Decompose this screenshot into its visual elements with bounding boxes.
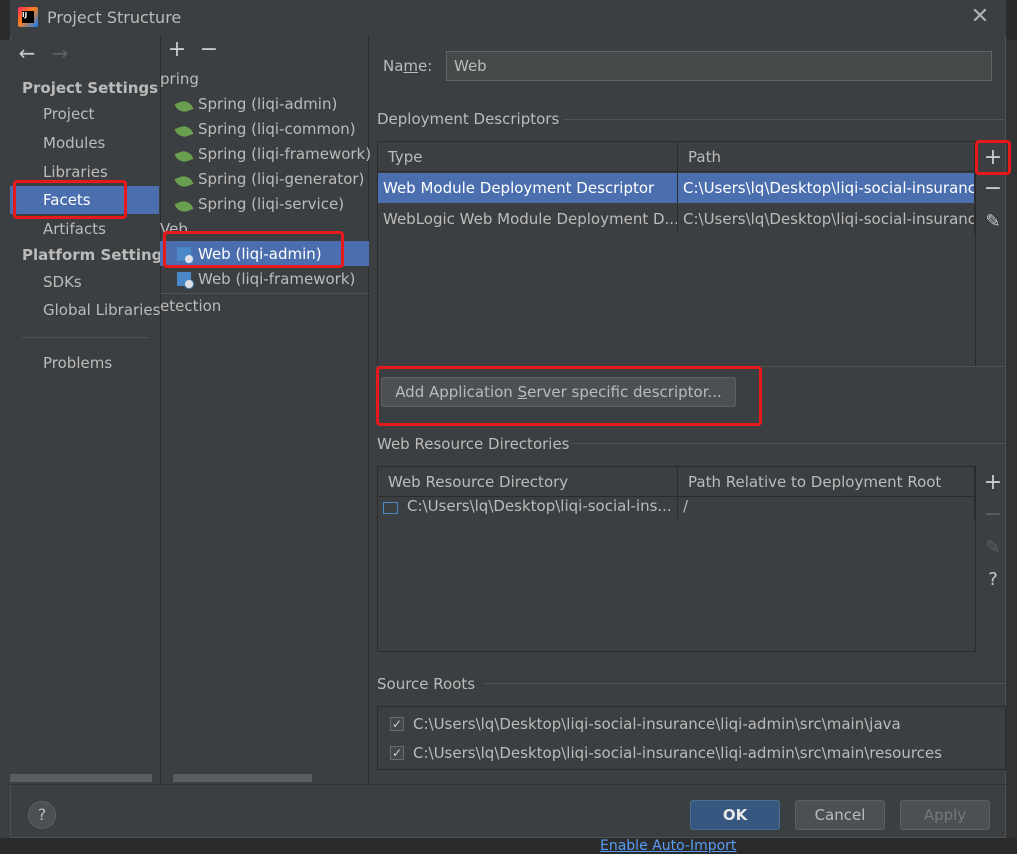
tree-item-detection[interactable]: etection xyxy=(160,297,221,315)
sidebar-item-artifacts[interactable]: Artifacts xyxy=(43,220,106,238)
add-directory-icon[interactable]: + xyxy=(980,470,1006,496)
sidebar-scrollbar[interactable] xyxy=(10,774,152,782)
edit-pencil-icon[interactable]: ✎ xyxy=(980,209,1006,235)
table-row-type[interactable]: Web Module Deployment Descriptor xyxy=(378,173,678,203)
name-input[interactable]: Web xyxy=(446,51,992,81)
sidebar-item-project[interactable]: Project xyxy=(43,105,94,123)
table-row-path[interactable]: C:\Users\lq\Desktop\liqi-social-insuranc… xyxy=(678,173,975,203)
source-roots-title: Source Roots xyxy=(377,675,476,693)
window-title: Project Structure xyxy=(47,8,182,27)
help-question-icon[interactable]: ? xyxy=(980,567,1006,593)
ide-left-strip xyxy=(0,40,10,852)
tree-item-web-liqi-framework[interactable]: Web (liqi-framework) xyxy=(198,270,355,288)
source-root-checkbox[interactable]: ✓ xyxy=(390,717,404,731)
section-divider xyxy=(563,119,1006,120)
tree-item-spring-liqi-generator[interactable]: Spring (liqi-generator) xyxy=(198,170,364,188)
add-descriptor-highlight-box xyxy=(975,140,1011,175)
sidebar-item-global-libraries[interactable]: Global Libraries xyxy=(43,301,160,319)
ide-bottom-strip xyxy=(0,838,1017,852)
spring-leaf-icon xyxy=(174,148,194,166)
spring-leaf-icon xyxy=(174,98,194,116)
platform-settings-header: Platform Settings xyxy=(22,246,172,264)
spring-leaf-icon xyxy=(174,173,194,191)
tree-group-spring[interactable]: pring xyxy=(160,70,199,88)
project-settings-header: Project Settings xyxy=(22,79,159,97)
intellij-logo-mark: IJ xyxy=(22,11,34,23)
help-button[interactable]: ? xyxy=(28,801,56,829)
sidebar-item-libraries[interactable]: Libraries xyxy=(43,163,108,181)
sidebar-divider xyxy=(22,337,148,338)
name-label: Name: xyxy=(383,57,433,75)
sidebar-item-problems[interactable]: Problems xyxy=(43,354,112,372)
column-header-type[interactable]: Type xyxy=(378,142,678,172)
edit-directory-pencil-icon[interactable]: ✎ xyxy=(980,535,1006,561)
table-row-relative-path[interactable]: / xyxy=(678,493,975,519)
table-row-type[interactable]: WebLogic Web Module Deployment D... xyxy=(378,204,678,234)
cancel-button[interactable]: Cancel xyxy=(795,800,885,830)
tree-item-spring-liqi-common[interactable]: Spring (liqi-common) xyxy=(198,120,356,138)
spring-leaf-icon xyxy=(174,198,194,216)
folder-icon xyxy=(383,502,398,514)
spring-leaf-icon xyxy=(174,123,194,141)
source-root-path: C:\Users\lq\Desktop\liqi-social-insuranc… xyxy=(413,744,942,762)
source-root-checkbox[interactable]: ✓ xyxy=(390,746,404,760)
add-facet-icon[interactable]: + xyxy=(164,37,190,63)
web-facet-icon xyxy=(177,272,194,290)
remove-directory-icon[interactable]: − xyxy=(980,502,1006,528)
web-resource-directories-title: Web Resource Directories xyxy=(377,435,570,453)
footer-divider xyxy=(10,784,1006,785)
facets-highlight-box xyxy=(13,180,127,219)
ok-button[interactable]: OK xyxy=(690,800,780,830)
tree-scrollbar[interactable] xyxy=(173,774,312,782)
apply-button[interactable]: Apply xyxy=(900,800,990,830)
remove-facet-icon[interactable]: − xyxy=(196,37,222,63)
web-liqi-admin-highlight-box xyxy=(163,231,344,268)
column-header-path[interactable]: Path xyxy=(678,142,975,172)
section-divider xyxy=(571,443,1006,444)
forward-arrow-icon[interactable]: → xyxy=(48,40,72,66)
section-divider xyxy=(484,683,1006,684)
sidebar-item-sdks[interactable]: SDKs xyxy=(43,273,82,291)
sidebar-item-modules[interactable]: Modules xyxy=(43,134,105,152)
back-arrow-icon[interactable]: ← xyxy=(15,40,39,66)
table-row-path[interactable]: C:\Users\lq\Desktop\liqi-social-insuranc… xyxy=(678,204,975,234)
tree-item-spring-liqi-admin[interactable]: Spring (liqi-admin) xyxy=(198,95,337,113)
remove-descriptor-icon[interactable]: − xyxy=(980,176,1006,202)
add-server-descriptor-highlight-box xyxy=(376,366,762,426)
deployment-descriptors-title: Deployment Descriptors xyxy=(377,110,560,128)
tree-item-spring-liqi-framework[interactable]: Spring (liqi-framework) xyxy=(198,145,371,163)
tree-item-spring-liqi-service[interactable]: Spring (liqi-service) xyxy=(198,195,344,213)
source-root-path: C:\Users\lq\Desktop\liqi-social-insuranc… xyxy=(413,715,901,733)
close-icon[interactable]: ✕ xyxy=(969,4,991,30)
tree-divider xyxy=(160,293,369,294)
table-row-directory[interactable]: C:\Users\lq\Desktop\liqi-social-ins... xyxy=(402,493,678,519)
